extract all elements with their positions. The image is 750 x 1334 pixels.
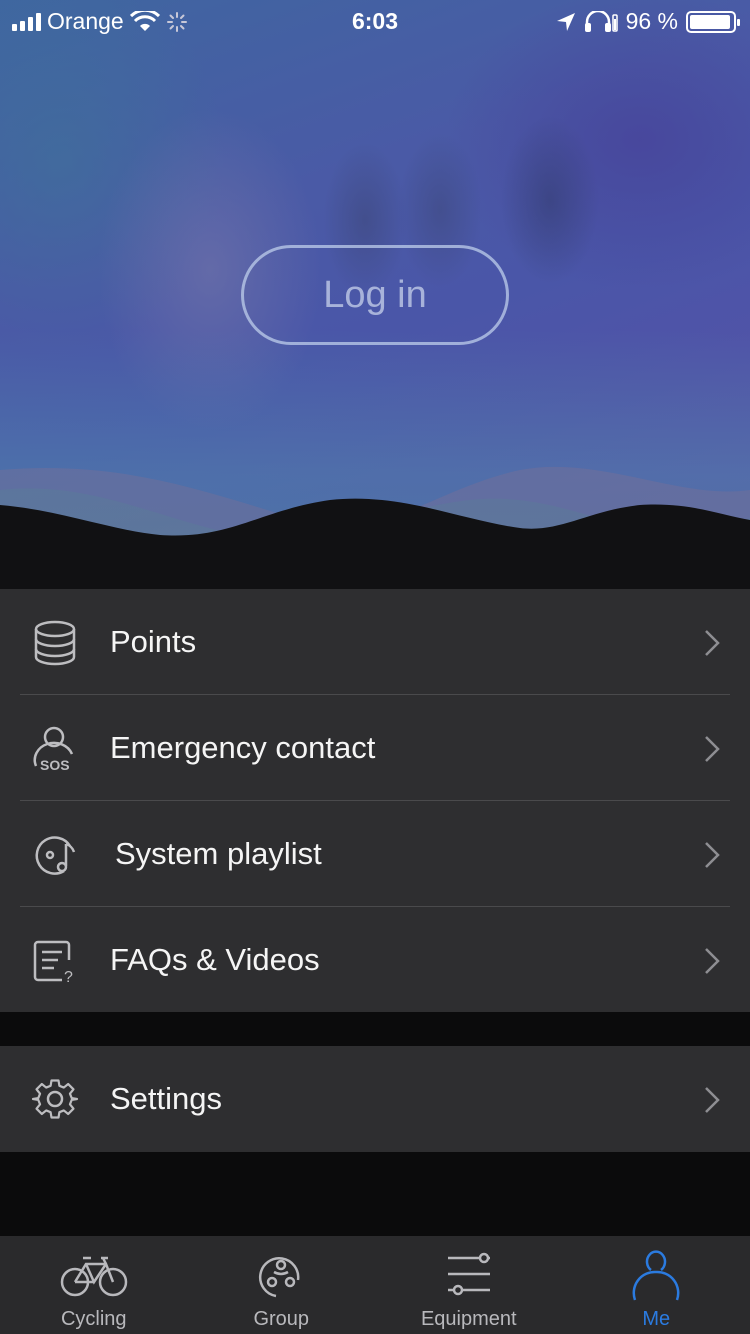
tab-cycling[interactable]: Cycling [0, 1236, 188, 1334]
menu-item-label: Emergency contact [110, 730, 376, 765]
settings-group: Settings [0, 1046, 750, 1152]
chevron-right-icon [705, 948, 720, 974]
svg-text:?: ? [64, 969, 73, 986]
menu-list: Points SOS Emergency contact System play… [0, 589, 750, 1012]
sos-contact-icon: SOS [33, 726, 74, 773]
menu-item-faqs-videos[interactable]: ? FAQs & Videos [0, 907, 750, 1013]
svg-text:SOS: SOS [40, 757, 70, 773]
menu-item-label: System playlist [115, 836, 322, 871]
tab-bar: Cycling Group Equipment Me [0, 1236, 750, 1334]
tab-label: Group [253, 1308, 310, 1330]
login-button[interactable]: Log in [241, 245, 509, 345]
menu-item-emergency-contact[interactable]: SOS Emergency contact [0, 695, 750, 801]
person-icon [632, 1250, 680, 1301]
tab-equipment[interactable]: Equipment [375, 1236, 563, 1334]
menu-item-points[interactable]: Points [0, 589, 750, 695]
menu-item-settings[interactable]: Settings [0, 1046, 750, 1152]
group-icon [259, 1257, 300, 1298]
status-bar: Orange 6:03 96 % [0, 0, 750, 42]
chevron-right-icon [705, 736, 720, 762]
location-arrow-icon [556, 12, 575, 31]
battery-fill [690, 14, 731, 29]
sliders-icon [447, 1252, 490, 1296]
bicycle-icon [60, 1256, 127, 1297]
tab-label: Me [642, 1308, 671, 1330]
coins-stack-icon [34, 620, 76, 666]
tab-label: Equipment [420, 1308, 517, 1330]
battery-percent: 96 % [625, 8, 678, 34]
chevron-right-icon [705, 1087, 720, 1113]
status-right: 96 % [556, 8, 740, 35]
music-disc-icon [35, 836, 76, 875]
battery-icon [686, 10, 740, 33]
menu-item-label: FAQs & Videos [110, 942, 320, 977]
tab-me[interactable]: Me [563, 1236, 750, 1334]
headphones-icon [584, 10, 618, 32]
tab-label: Cycling [60, 1308, 127, 1330]
hero-wave [0, 466, 750, 590]
menu-item-label: Settings [110, 1081, 223, 1116]
menu-item-system-playlist[interactable]: System playlist [0, 801, 750, 907]
menu-item-label: Points [110, 624, 197, 659]
chevron-right-icon [705, 630, 720, 656]
tab-group[interactable]: Group [188, 1236, 376, 1334]
gear-icon [31, 1079, 79, 1119]
faq-document-icon: ? [33, 940, 73, 986]
chevron-right-icon [705, 842, 720, 868]
